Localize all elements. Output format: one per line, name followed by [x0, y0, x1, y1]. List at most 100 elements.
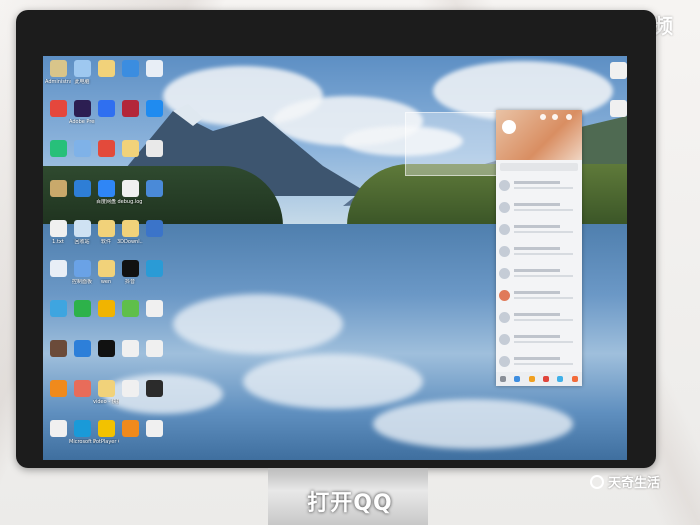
- desktop-icon-portrait[interactable]: [141, 380, 167, 399]
- desktop-icon-file-1[interactable]: 1.txt: [45, 220, 71, 245]
- desktop-icon-file-6[interactable]: [45, 420, 71, 439]
- desktop-icon-word-doc[interactable]: [141, 60, 167, 79]
- desktop-icon-capcut[interactable]: [93, 340, 119, 359]
- desktop-icon-feishu[interactable]: [141, 100, 167, 119]
- qq-close-button[interactable]: [566, 114, 572, 120]
- qq-menu-icon[interactable]: [500, 376, 507, 382]
- desktop-icon-tool[interactable]: [117, 420, 143, 439]
- desktop-icon-photos[interactable]: [69, 380, 95, 399]
- desktop-icon-right-file-2[interactable]: [605, 100, 627, 117]
- qq-skin-button[interactable]: [540, 114, 546, 120]
- desktop-icon-folder-3[interactable]: [141, 140, 167, 159]
- desktop-icon-folder-1[interactable]: [93, 60, 119, 79]
- txt-icon: [49, 420, 67, 437]
- folder-icon: [97, 380, 115, 397]
- qq-window[interactable]: [496, 110, 582, 386]
- desktop-icon-vlc[interactable]: [45, 380, 71, 399]
- qq-contact-row[interactable]: [496, 218, 582, 240]
- desktop-icon-video-folder[interactable]: video - 快捷方式: [93, 380, 119, 405]
- desktop-icon-netease-music[interactable]: [45, 100, 71, 119]
- shield-icon: [73, 340, 91, 357]
- desktop-icon-photo[interactable]: [45, 340, 71, 359]
- qq-app-icon-1[interactable]: [514, 376, 521, 382]
- qq-contact-row[interactable]: [496, 328, 582, 350]
- desktop-icon-control-panel[interactable]: 控制面板: [69, 260, 95, 285]
- desktop-icon-doc-5[interactable]: [141, 420, 167, 439]
- desktop-icon-excel-2[interactable]: [141, 340, 167, 359]
- control-icon: [73, 260, 91, 277]
- desktop-icon-security[interactable]: [69, 340, 95, 359]
- qq-contact-row[interactable]: [496, 306, 582, 328]
- contact-preview: [514, 357, 579, 365]
- desktop-icon-app-blue[interactable]: [117, 60, 143, 79]
- desktop-icon-tiktok[interactable]: 抖音: [117, 260, 143, 285]
- wan-icon: [121, 100, 139, 117]
- qq-contact-row[interactable]: [496, 262, 582, 284]
- desktop-icon-software[interactable]: 软件: [93, 220, 119, 245]
- desktop-icon-app-2[interactable]: [141, 180, 167, 199]
- desktop-icon-app-6[interactable]: [117, 300, 143, 319]
- desktop-icon-doc-4[interactable]: [141, 300, 167, 319]
- desktop-icon-label: 百度网盘: [95, 199, 116, 205]
- brand-logo-icon: [589, 474, 604, 489]
- desktop-icon-app-5[interactable]: [93, 300, 119, 319]
- qq-contact-row[interactable]: [496, 284, 582, 306]
- qq-header: [496, 110, 582, 160]
- desktop-icon-edge-old[interactable]: [69, 180, 95, 199]
- doc-icon: [145, 220, 163, 237]
- desktop-icon-potplayer[interactable]: PotPlayer 64 bit: [93, 420, 119, 445]
- doc-icon: [49, 260, 67, 277]
- desktop-icon-label: debug.log: [117, 199, 143, 205]
- qq-contact-row[interactable]: [496, 196, 582, 218]
- desktop-icon-premiere[interactable]: Adobe Premie...: [69, 100, 95, 125]
- tiktok-icon: [121, 260, 139, 277]
- desktop-icon-network[interactable]: [69, 140, 95, 159]
- edge-icon: [73, 420, 91, 437]
- netdisk-icon: [97, 180, 115, 197]
- app-icon: [121, 300, 139, 317]
- desktop-icon-app-4[interactable]: [45, 300, 71, 319]
- desktop-icon-wan-app[interactable]: [117, 100, 143, 119]
- meeting-icon: [97, 100, 115, 117]
- qq-contact-row[interactable]: [496, 350, 582, 372]
- contact-avatar: [499, 355, 510, 367]
- contact-avatar: [499, 267, 510, 279]
- desktop-icon-chrome[interactable]: [93, 140, 119, 159]
- desktop-icon-debug-log[interactable]: debug.log: [117, 180, 143, 205]
- xls-icon: [121, 340, 139, 357]
- desktop-icon-zip-file[interactable]: [45, 180, 71, 199]
- qq-contact-row[interactable]: [496, 174, 582, 196]
- desktop-icon-excel-1[interactable]: [117, 340, 143, 359]
- qq-contact-row[interactable]: [496, 240, 582, 262]
- desktop-icon-label: 此电脑: [74, 79, 90, 85]
- qq-minimize-button[interactable]: [552, 114, 558, 120]
- desktop-icon-wen[interactable]: wen: [93, 260, 119, 285]
- qq-app-icon-4[interactable]: [557, 376, 564, 382]
- desktop-icon-app-3[interactable]: [141, 260, 167, 279]
- desktop-icon-file-5[interactable]: [117, 380, 143, 399]
- qq-avatar[interactable]: [502, 120, 516, 134]
- qq-app-icon-3[interactable]: [543, 376, 550, 382]
- recycle-icon: [73, 220, 91, 237]
- desktop-icon-doc-3[interactable]: [45, 260, 71, 279]
- desktop-icon-wechat[interactable]: [69, 300, 95, 319]
- contact-avatar: [499, 245, 510, 257]
- desktop-icon-computer[interactable]: 此电脑: [69, 60, 95, 85]
- desktop-icon-3d-download[interactable]: 3DDownl...: [117, 220, 143, 245]
- contact-preview: [514, 181, 579, 189]
- desktop-icon-doc-2[interactable]: [141, 220, 167, 239]
- brand-logo-text: 天奇生活: [607, 476, 660, 491]
- qq-search-input[interactable]: [500, 163, 578, 171]
- desktop-icon-user-folder[interactable]: Administrator: [45, 60, 71, 85]
- desktop-screen: Administrator此电脑 Adobe Premie... 百度网盘debug…: [43, 56, 627, 460]
- desktop-icon-edge[interactable]: Microsoft Edge: [69, 420, 95, 445]
- contact-avatar: [499, 223, 510, 235]
- desktop-icon-folder-2[interactable]: [117, 140, 143, 159]
- desktop-icon-baidu-netdisk[interactable]: 百度网盘: [93, 180, 119, 205]
- desktop-icon-right-file-1[interactable]: [605, 62, 627, 79]
- desktop-icon-player[interactable]: [45, 140, 71, 159]
- desktop-icon-tencent-meeting[interactable]: [93, 100, 119, 119]
- qq-app-icon-2[interactable]: [528, 376, 535, 382]
- qq-app-icon-5[interactable]: [571, 376, 578, 382]
- desktop-icon-recycle-bin[interactable]: 回收站: [69, 220, 95, 245]
